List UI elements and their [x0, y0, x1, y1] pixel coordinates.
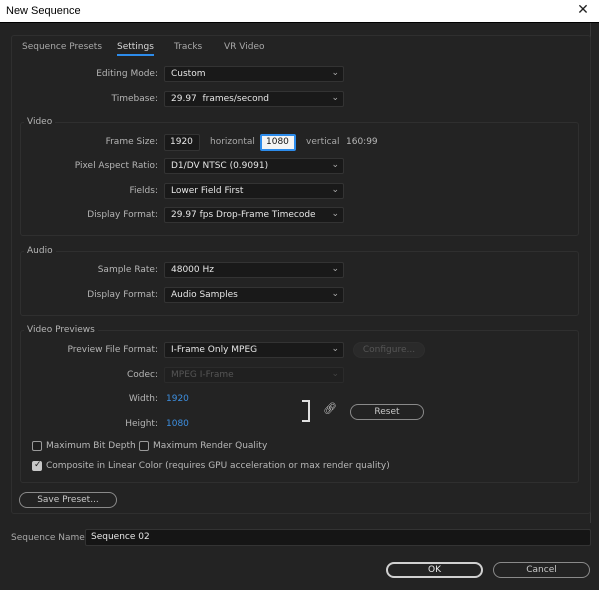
title-bar: New Sequence ✕ — [0, 0, 599, 23]
preview-file-format-dropdown[interactable]: I-Frame Only MPEG ⌄ — [164, 342, 344, 358]
max-render-quality-label: Maximum Render Quality — [153, 441, 268, 451]
chevron-down-icon: ⌄ — [331, 160, 339, 170]
link-icon[interactable]: 🔗︎ — [323, 402, 337, 415]
codec-value: MPEG I-Frame — [171, 370, 234, 380]
max-render-quality-checkbox[interactable] — [139, 441, 149, 451]
audio-section-title: Audio — [24, 246, 56, 256]
reset-button[interactable]: Reset — [350, 404, 424, 420]
save-preset-button[interactable]: Save Preset... — [19, 492, 117, 508]
chevron-down-icon: ⌄ — [331, 68, 339, 78]
video-display-format-value: 29.97 fps Drop-Frame Timecode — [171, 210, 316, 220]
audio-display-format-label: Display Format: — [87, 290, 158, 300]
chevron-down-icon: ⌄ — [331, 289, 339, 299]
aspect-ratio-readout: 160:99 — [346, 137, 378, 147]
video-display-format-dropdown[interactable]: 29.97 fps Drop-Frame Timecode ⌄ — [164, 207, 344, 223]
audio-display-format-dropdown[interactable]: Audio Samples ⌄ — [164, 287, 344, 303]
chevron-down-icon: ⌄ — [331, 209, 339, 219]
sample-rate-dropdown[interactable]: 48000 Hz ⌄ — [164, 262, 344, 278]
video-section-title: Video — [24, 117, 56, 127]
configure-button[interactable]: Configure... — [353, 342, 425, 358]
fields-dropdown[interactable]: Lower Field First ⌄ — [164, 183, 344, 199]
chevron-down-icon: ⌄ — [331, 93, 339, 103]
frame-width-input[interactable]: 1920 — [164, 134, 200, 151]
preview-height-label: Height: — [125, 419, 158, 429]
max-bit-depth-checkbox[interactable] — [32, 441, 42, 451]
preview-file-format-label: Preview File Format: — [67, 345, 158, 355]
frame-size-label: Frame Size: — [105, 137, 158, 147]
editing-mode-dropdown[interactable]: Custom ⌄ — [164, 66, 344, 82]
chevron-down-icon: ⌄ — [331, 344, 339, 354]
horizontal-label: horizontal — [210, 137, 255, 147]
sample-rate-value: 48000 Hz — [171, 265, 214, 275]
pixel-aspect-ratio-value: D1/DV NTSC (0.9091) — [171, 161, 269, 171]
tab-sequence-presets[interactable]: Sequence Presets — [22, 42, 102, 52]
fields-label: Fields: — [129, 186, 159, 196]
video-previews-section-title: Video Previews — [24, 325, 98, 335]
tab-settings[interactable]: Settings — [117, 42, 154, 56]
pixel-aspect-ratio-dropdown[interactable]: D1/DV NTSC (0.9091) ⌄ — [164, 158, 344, 174]
timebase-dropdown[interactable]: 29.97 frames/second ⌄ — [164, 91, 344, 107]
codec-dropdown[interactable]: MPEG I-Frame ⌄ — [164, 367, 344, 383]
frame-height-input[interactable]: 1080 — [260, 134, 296, 151]
sequence-name-input[interactable]: Sequence 02 — [85, 529, 591, 546]
codec-label: Codec: — [126, 370, 158, 380]
timebase-value: 29.97 frames/second — [171, 94, 269, 104]
audio-section — [20, 251, 579, 316]
pixel-aspect-ratio-label: Pixel Aspect Ratio: — [74, 161, 158, 171]
sample-rate-label: Sample Rate: — [97, 265, 158, 275]
chevron-down-icon: ⌄ — [331, 264, 339, 274]
preview-file-format-value: I-Frame Only MPEG — [171, 345, 258, 355]
ok-button[interactable]: OK — [386, 562, 483, 578]
audio-display-format-value: Audio Samples — [171, 290, 238, 300]
video-display-format-label: Display Format: — [87, 210, 158, 220]
vertical-label: vertical — [306, 137, 340, 147]
sequence-name-label: Sequence Name: — [11, 533, 88, 543]
editing-mode-label: Editing Mode: — [96, 69, 158, 79]
timebase-label: Timebase: — [111, 94, 158, 104]
composite-linear-label: Composite in Linear Color (requires GPU … — [46, 461, 390, 471]
preview-height-value[interactable]: 1080 — [166, 419, 189, 429]
fields-value: Lower Field First — [171, 186, 244, 196]
composite-linear-checkbox[interactable] — [32, 460, 42, 471]
max-bit-depth-label: Maximum Bit Depth — [46, 441, 136, 451]
editing-mode-value: Custom — [171, 69, 206, 79]
chevron-down-icon: ⌄ — [331, 369, 339, 379]
link-bracket — [302, 400, 310, 422]
window-title: New Sequence — [6, 5, 81, 17]
cancel-button[interactable]: Cancel — [493, 562, 590, 578]
close-icon[interactable]: ✕ — [575, 2, 591, 18]
tab-vr-video[interactable]: VR Video — [224, 42, 265, 52]
chevron-down-icon: ⌄ — [331, 185, 339, 195]
tab-tracks[interactable]: Tracks — [174, 42, 202, 52]
preview-width-value[interactable]: 1920 — [166, 394, 189, 404]
preview-width-label: Width: — [128, 394, 158, 404]
